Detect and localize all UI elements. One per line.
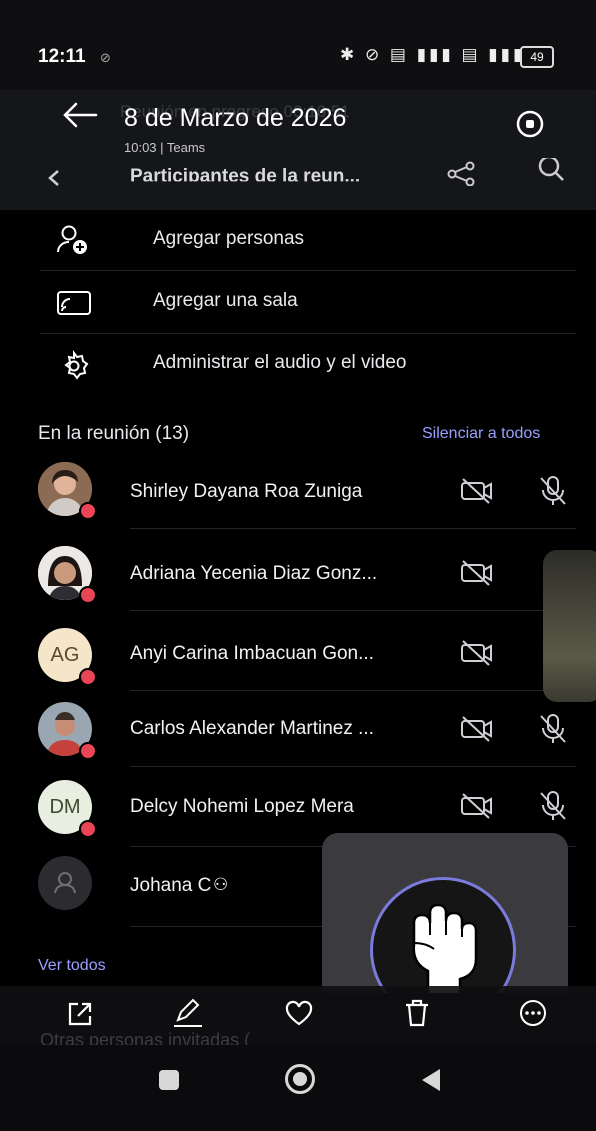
status-time: 12:11 — [38, 46, 86, 67]
divider — [130, 528, 576, 529]
participant-avatar[interactable] — [38, 462, 97, 520]
mute-all-button[interactable]: Silenciar a todos — [422, 425, 540, 443]
status-icons: ✱ ⊘ ▤ ▮▮▮ ▤ ▮▮▮ — [340, 45, 526, 64]
participant-name: Shirley Dayana Roa Zuniga — [130, 481, 363, 502]
share-out-icon[interactable] — [66, 1000, 94, 1028]
teams-title: Participantes de la reun... — [130, 166, 361, 187]
more-options-icon[interactable] — [518, 998, 548, 1028]
add-person-icon — [56, 224, 92, 256]
guest-people-icon: ⚇ — [213, 875, 229, 894]
edit-pencil-icon[interactable] — [172, 998, 204, 1028]
viewer-title: 8 de Marzo de 2026 — [124, 104, 347, 132]
viewer-header: Reunión en progreso 00:16:51 8 de Marzo … — [0, 90, 596, 210]
manage-audio-video-action[interactable]: Administrar el audio y el video — [153, 352, 406, 374]
participant-avatar[interactable]: AG — [38, 628, 97, 686]
participant-avatar[interactable]: DM — [38, 780, 97, 838]
status-dot — [79, 586, 97, 604]
video-off-icon — [459, 714, 495, 744]
divider — [40, 270, 576, 271]
status-dot — [79, 502, 97, 520]
mic-off-icon — [537, 712, 569, 746]
see-all-link[interactable]: Ver todos — [38, 957, 106, 975]
battery-icon: 49 — [520, 46, 554, 68]
participant-name: Johana C — [130, 875, 212, 896]
video-off-icon — [459, 638, 495, 668]
add-room-action[interactable]: Agregar una sala — [153, 290, 298, 312]
divider — [130, 690, 576, 691]
status-dot — [79, 820, 97, 838]
recent-apps-button[interactable] — [159, 1070, 179, 1090]
participant-avatar[interactable] — [38, 856, 92, 910]
participant-avatar[interactable] — [38, 546, 97, 604]
back-arrow-icon[interactable] — [62, 100, 98, 130]
divider — [40, 333, 576, 334]
add-people-action[interactable]: Agregar personas — [153, 228, 304, 250]
mic-off-icon — [537, 789, 569, 823]
video-preview-thumbnail[interactable] — [543, 550, 596, 702]
share-icon[interactable] — [446, 160, 476, 186]
video-off-icon — [459, 476, 495, 506]
search-icon[interactable] — [536, 158, 566, 184]
mic-off-icon — [537, 474, 569, 508]
link-icon: ⊘ — [100, 50, 111, 65]
video-off-icon — [459, 558, 495, 588]
participant-avatar[interactable] — [38, 702, 97, 760]
settings-gear-icon — [58, 350, 90, 382]
status-dot — [79, 742, 97, 760]
divider — [130, 610, 576, 611]
back-button[interactable] — [420, 1067, 442, 1093]
divider — [130, 766, 576, 767]
teams-back-icon[interactable] — [44, 168, 64, 188]
raised-hand-overlay[interactable] — [322, 833, 568, 993]
home-button[interactable] — [285, 1064, 315, 1094]
viewer-subtitle: 10:03 | Teams — [124, 140, 206, 155]
system-nav-bar — [0, 1045, 596, 1131]
raised-hand-icon — [400, 893, 484, 993]
participant-name: Anyi Carina Imbacuan Gon... — [130, 643, 374, 664]
video-off-icon — [459, 791, 495, 821]
participant-name: Delcy Nohemi Lopez Mera — [130, 796, 354, 817]
section-title: En la reunión (13) — [38, 423, 190, 444]
cast-room-icon — [56, 289, 92, 317]
status-bar: 12:11 ⊘ ✱ ⊘ ▤ ▮▮▮ ▤ ▮▮▮ 49 — [0, 0, 596, 90]
favorite-heart-icon[interactable] — [284, 1000, 314, 1026]
rotate-screen-icon[interactable] — [514, 108, 546, 140]
participant-name: Carlos Alexander Martinez ... — [130, 718, 374, 739]
delete-trash-icon[interactable] — [403, 998, 431, 1028]
status-dot — [79, 668, 97, 686]
participant-name: Adriana Yecenia Diaz Gonz... — [130, 563, 378, 584]
